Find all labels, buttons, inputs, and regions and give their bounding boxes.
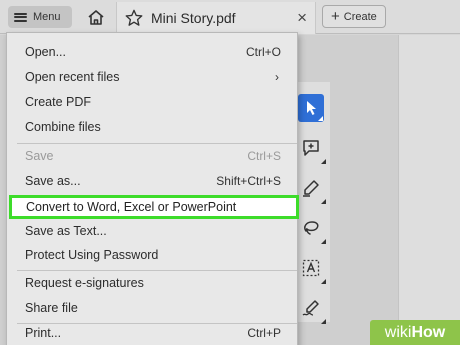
menu-item-label: Create PDF — [25, 95, 91, 109]
close-tab-icon[interactable]: × — [297, 9, 307, 27]
shortcut-label: Ctrl+P — [247, 326, 281, 340]
file-menu-dropdown: Open... Ctrl+O Open recent files › Creat… — [6, 32, 299, 345]
home-icon — [88, 9, 104, 25]
text-tool[interactable] — [298, 254, 326, 284]
hamburger-icon — [14, 12, 27, 22]
select-tool[interactable] — [298, 94, 324, 122]
add-comment-icon — [303, 140, 319, 156]
menu-item-print[interactable]: Print... Ctrl+P — [7, 320, 297, 345]
menu-item-create-pdf[interactable]: Create PDF — [7, 89, 297, 115]
submenu-triangle-icon — [321, 279, 326, 284]
menu-item-label: Protect Using Password — [25, 248, 159, 262]
lasso-tool[interactable] — [298, 214, 326, 244]
menu-item-label: Convert to Word, Excel or PowerPoint — [26, 200, 237, 214]
document-title: Mini Story.pdf — [151, 10, 236, 26]
submenu-triangle-icon — [321, 239, 326, 244]
menu-item-protect-password[interactable]: Protect Using Password — [7, 242, 297, 268]
create-button[interactable]: + Create — [322, 5, 386, 28]
menu-item-save: Save Ctrl+S — [7, 143, 297, 169]
menu-item-save-as-text[interactable]: Save as Text... — [7, 218, 297, 244]
watermark-suffix: How — [411, 323, 446, 341]
menu-item-label: Print... — [25, 326, 62, 340]
home-tab[interactable] — [82, 4, 110, 30]
signature-icon — [302, 300, 319, 316]
document-tab[interactable]: Mini Story.pdf × — [116, 2, 316, 34]
shortcut-label: Ctrl+S — [247, 149, 281, 163]
submenu-triangle-icon — [321, 199, 326, 204]
text-box-icon — [302, 259, 320, 277]
sign-tool[interactable] — [298, 294, 326, 324]
menu-item-open[interactable]: Open... Ctrl+O — [7, 39, 297, 65]
menu-item-label: Open recent files — [25, 70, 120, 84]
menu-item-open-recent[interactable]: Open recent files › — [7, 64, 297, 90]
create-button-label: Create — [343, 10, 377, 23]
menu-item-label: Save as... — [25, 174, 81, 188]
menu-button-label: Menu — [33, 11, 61, 23]
select-cursor-icon — [307, 101, 316, 115]
page-preview — [398, 35, 460, 345]
menu-item-request-signatures[interactable]: Request e-signatures — [7, 270, 297, 296]
menu-button[interactable]: Menu — [8, 6, 72, 28]
wikihow-watermark: wiki How — [370, 320, 460, 345]
menu-item-label: Request e-signatures — [25, 276, 144, 290]
submenu-triangle-icon — [321, 159, 326, 164]
menu-item-share-file[interactable]: Share file — [7, 295, 297, 321]
shortcut-label: Shift+Ctrl+S — [216, 174, 281, 188]
plus-icon: + — [331, 8, 340, 25]
menu-item-label: Save — [25, 149, 54, 163]
submenu-triangle-icon — [318, 116, 323, 121]
chevron-right-icon: › — [275, 70, 279, 84]
draw-pen-icon — [303, 180, 319, 197]
menu-item-label: Combine files — [25, 120, 101, 134]
lasso-icon — [304, 221, 319, 235]
menu-item-label: Share file — [25, 301, 78, 315]
watermark-prefix: wiki — [384, 323, 412, 341]
comment-tool[interactable] — [298, 134, 326, 164]
draw-tool[interactable] — [298, 174, 326, 204]
submenu-triangle-icon — [321, 319, 326, 324]
menu-item-label: Open... — [25, 45, 66, 59]
menu-item-combine-files[interactable]: Combine files — [7, 114, 297, 140]
menu-item-save-as[interactable]: Save as... Shift+Ctrl+S — [7, 168, 297, 194]
menu-item-label: Save as Text... — [25, 224, 107, 238]
menu-item-convert[interactable]: Convert to Word, Excel or PowerPoint — [9, 195, 299, 219]
tab-bar: Menu Mini Story.pdf × + Create — [0, 0, 460, 34]
shortcut-label: Ctrl+O — [245, 45, 281, 59]
star-icon[interactable] — [125, 9, 143, 27]
